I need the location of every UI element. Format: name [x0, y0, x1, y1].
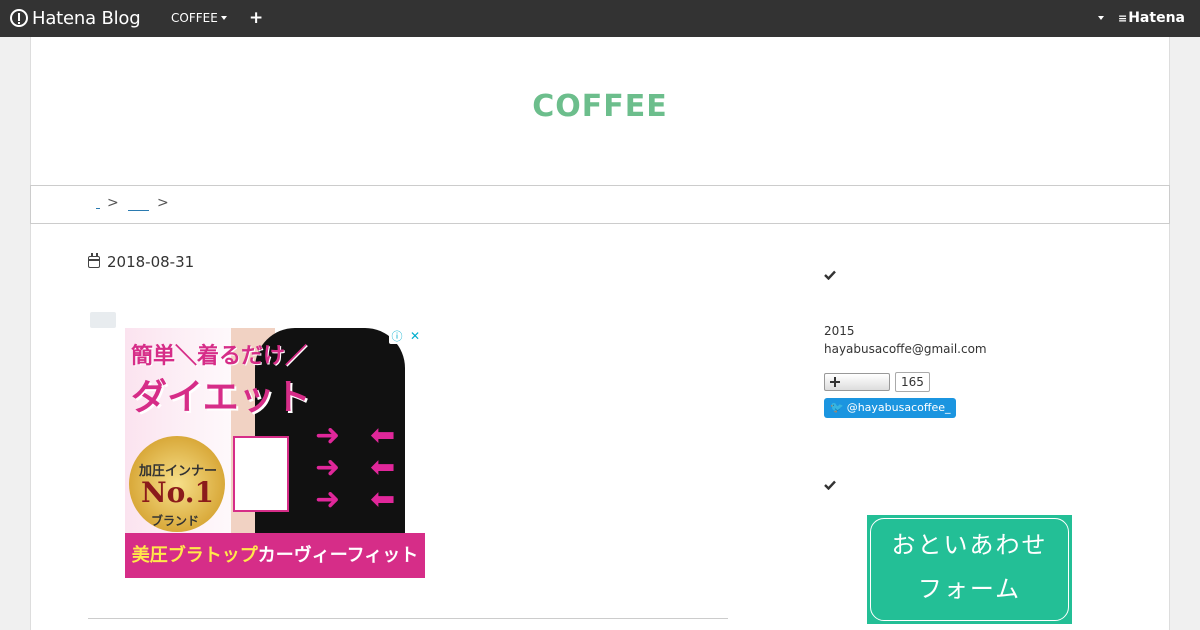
chevron-down-icon [220, 16, 227, 20]
entry-date[interactable]: 2018-08-31 [88, 253, 194, 271]
calendar-icon [88, 253, 100, 268]
user-menu-chevron-down-icon[interactable] [1098, 16, 1104, 20]
ad-product-name: 美圧ブラトップ [131, 545, 258, 566]
advertisement-banner[interactable]: 簡単＼着るだけ／ ダイエット 加圧インナー No.1 ブランド ➜⬅ ➜⬅ ➜⬅ 美… [125, 328, 425, 578]
breadcrumb-separator: > [107, 195, 119, 211]
contact-line2: フォーム [917, 575, 1022, 603]
hatena-logo-text: Hatena [1128, 10, 1185, 26]
hatena-logo[interactable]: ≡ Hatena [1118, 10, 1185, 26]
ad-arrows-icon: ➜⬅ ➜⬅ ➜⬅ [315, 418, 425, 517]
blog-title[interactable]: COFFEE [31, 89, 1169, 124]
breadcrumb: > > [30, 185, 1170, 224]
twitter-follow-button[interactable]: 🐦 @hayabusacoffee_ [824, 398, 957, 418]
hatena-blog-icon [10, 9, 28, 27]
subscribe-widget: 165 [824, 372, 930, 392]
breadcrumb-category-link[interactable] [128, 210, 149, 211]
entry-divider [88, 618, 728, 619]
category-label[interactable] [90, 312, 116, 328]
hatena-blog-logo[interactable]: Hatena Blog [10, 7, 141, 29]
ad-product-series: カーヴィーフィット [257, 545, 419, 566]
add-entry-button[interactable]: + [249, 7, 263, 29]
breadcrumb-separator: > [157, 195, 169, 211]
ad-product-box [233, 436, 289, 512]
brand-text: Hatena Blog [32, 7, 141, 29]
blog-menu-dropdown[interactable]: COFFEE [171, 11, 227, 25]
twitter-handle: @hayabusacoffee_ [846, 401, 951, 414]
check-icon [824, 480, 836, 490]
ad-close-icon[interactable]: ✕ [407, 329, 423, 344]
top-bar: Hatena Blog COFFEE + ≡ Hatena [0, 0, 1200, 37]
contact-form-button[interactable]: おといあわせ フォーム [867, 515, 1072, 624]
ad-headline: 簡単＼着るだけ／ [131, 344, 308, 369]
breadcrumb-home-link[interactable] [96, 208, 100, 209]
ad-medal-brand: ブランド [151, 514, 200, 528]
ad-footer: 美圧ブラトップカーヴィーフィット [125, 533, 425, 578]
ad-medal-rank: No.1 [141, 476, 215, 509]
twitter-bird-icon: 🐦 [830, 401, 844, 414]
profile-year: 2015 [824, 324, 855, 338]
contact-form-label: おといあわせ フォーム [870, 518, 1069, 621]
profile-email: hayabusacoffe@gmail.com [824, 342, 987, 356]
contact-line1: おといあわせ [891, 531, 1048, 559]
subscriber-count: 165 [895, 372, 930, 392]
subscribe-button[interactable] [824, 373, 890, 391]
blog-menu-label: COFFEE [171, 11, 218, 25]
check-icon [824, 270, 836, 280]
ad-info-icon[interactable]: ⓘ [389, 329, 405, 344]
hatena-icon: ≡ [1118, 11, 1127, 25]
ad-headline-main: ダイエット [131, 377, 311, 418]
entry-date-text: 2018-08-31 [107, 253, 195, 271]
page-container: COFFEE > > 2018-08-31 簡単＼着るだけ／ ダイエット 加圧イ… [30, 37, 1170, 630]
